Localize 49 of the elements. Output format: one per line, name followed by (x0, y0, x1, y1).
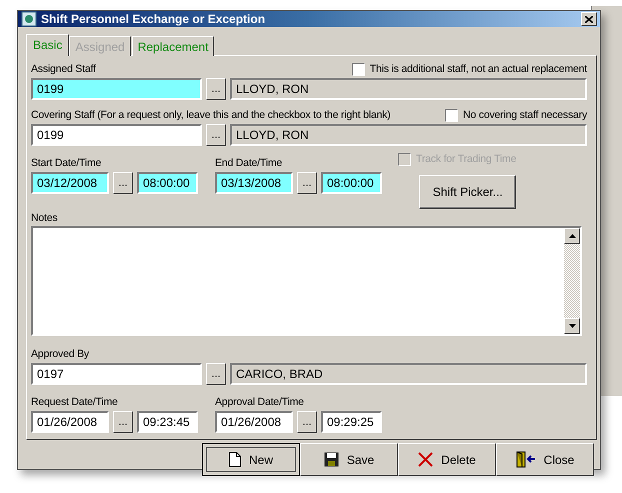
action-button[interactable]: Delete (398, 443, 496, 476)
field-label: Covering Staff (For a request only, leave this and the checkbox to the right blank) (31, 109, 390, 121)
lookup-button[interactable]: ... (206, 363, 226, 385)
field-label: Notes (31, 212, 58, 224)
staff-code-field[interactable]: 0199 (31, 124, 202, 146)
date-field[interactable]: 03/13/2008 (215, 172, 293, 194)
scrollbar[interactable] (564, 228, 580, 334)
time-field[interactable]: 08:00:00 (137, 172, 198, 194)
staff-name-field[interactable]: CARICO, BRAD (230, 363, 587, 385)
time-field[interactable]: 09:29:25 (321, 411, 382, 433)
checkbox[interactable] (445, 108, 458, 122)
staff-code-field[interactable]: 0199 (31, 78, 202, 100)
time-field[interactable]: 09:23:45 (137, 411, 198, 433)
shift-picker-button[interactable]: Shift Picker... (419, 175, 516, 209)
date-picker-button[interactable]: ... (113, 411, 133, 433)
time-field[interactable]: 08:00:00 (321, 172, 382, 194)
date-field[interactable]: 01/26/2008 (215, 411, 293, 433)
field-label: End Date/Time (215, 157, 282, 169)
cross-icon (418, 452, 434, 467)
date-picker-button[interactable]: ... (297, 172, 317, 194)
down-arrow-icon (568, 324, 576, 328)
window-title: Shift Personnel Exchange or Exception (41, 12, 266, 26)
field-label: Assigned Staff (31, 63, 96, 75)
date-picker-button[interactable]: ... (113, 172, 133, 194)
date-picker-button[interactable]: ... (297, 411, 317, 433)
action-button[interactable]: Save (300, 443, 398, 476)
exit-door-icon (516, 451, 536, 468)
staff-name-field[interactable]: LLOYD, RON (230, 78, 587, 100)
lookup-button[interactable]: ... (206, 124, 226, 146)
field-label: Request Date/Time (31, 396, 118, 408)
lookup-button[interactable]: ... (206, 78, 226, 100)
action-button[interactable]: New (202, 443, 300, 476)
staff-name-field[interactable]: LLOYD, RON (230, 124, 587, 146)
date-field[interactable]: 01/26/2008 (31, 411, 109, 433)
checkbox-label[interactable]: No covering staff necessary (445, 108, 587, 122)
action-button[interactable]: Close (496, 443, 594, 476)
field-label: Approved By (31, 348, 89, 360)
field-label: Approval Date/Time (215, 396, 304, 408)
checkbox[interactable] (352, 62, 365, 76)
up-arrow-icon (568, 234, 576, 238)
checkbox-label[interactable]: This is additional staff, not an actual replacement (352, 62, 587, 76)
date-field[interactable]: 03/12/2008 (31, 172, 109, 194)
notes-field[interactable] (31, 226, 582, 336)
app-icon (21, 11, 37, 27)
close-icon (585, 16, 593, 22)
close-button[interactable] (581, 12, 597, 26)
staff-code-field[interactable]: 0197 (31, 363, 202, 385)
document-icon (228, 452, 241, 467)
field-label: Start Date/Time (31, 157, 102, 169)
